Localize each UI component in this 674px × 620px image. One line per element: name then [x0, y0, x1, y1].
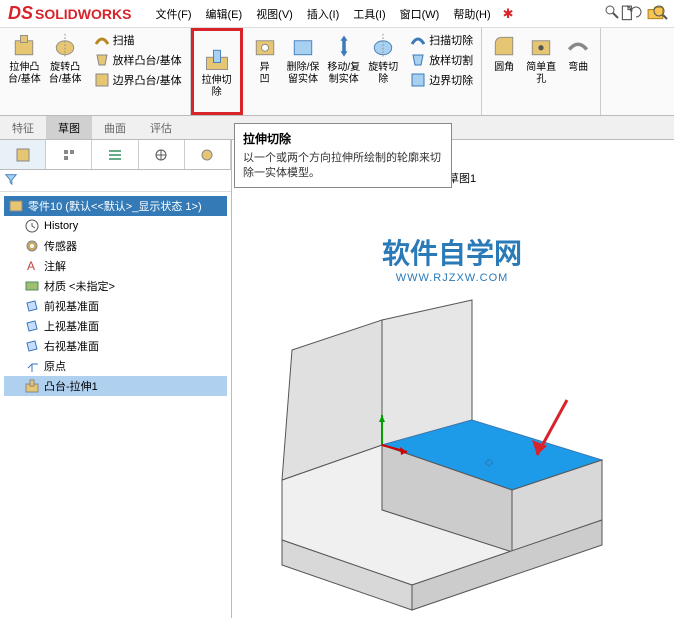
- tree-sensors-label: 传感器: [44, 238, 77, 254]
- loft-cut-label: 放样切割: [429, 52, 473, 68]
- sweep-button[interactable]: 扫描: [90, 30, 186, 50]
- fillet-label: 圆角: [494, 62, 514, 74]
- tree-annotations-label: 注解: [44, 258, 66, 274]
- tree-history-label: History: [44, 220, 78, 232]
- tab-sketch[interactable]: 草图: [46, 116, 92, 139]
- extrude-cut-label: 拉伸切 除: [202, 75, 232, 99]
- app-logo: DS SOLIDWORKS: [8, 3, 131, 24]
- tree-right-plane[interactable]: 右视基准面: [4, 336, 227, 356]
- loft-label: 放样凸台/基体: [113, 52, 182, 68]
- menu-tools[interactable]: 工具(I): [347, 3, 391, 25]
- fillet-button[interactable]: 圆角: [486, 30, 522, 76]
- extrude-boss-button[interactable]: 拉伸凸 台/基体: [4, 30, 45, 88]
- viewport-toolbar: [602, 2, 670, 22]
- delete-keep-button[interactable]: 删除/保 留实体: [283, 30, 324, 88]
- sweep-cut-label: 扫描切除: [429, 32, 473, 48]
- tree-top-plane[interactable]: 上视基准面: [4, 316, 227, 336]
- ds-logo-icon: DS: [8, 3, 33, 24]
- tab-feature[interactable]: 特征: [0, 116, 46, 139]
- loft-button[interactable]: 放样凸台/基体: [90, 50, 186, 70]
- simple-hole-label: 简单直 孔: [526, 62, 556, 86]
- tree-root-label: 零件10 (默认<<默认>_显示状态 1>): [28, 198, 202, 214]
- viewport[interactable]: ▶ 草图1 软件自学网 WWW.RJZXW.COM: [232, 140, 674, 618]
- feature-tree: 零件10 (默认<<默认>_显示状态 1>) History 传感器 A 注解 …: [0, 192, 231, 400]
- svg-text:A: A: [27, 259, 35, 273]
- tree-annotations[interactable]: A 注解: [4, 256, 227, 276]
- ribbon-group-cut: 异 凹 删除/保 留实体 移动/复 制实体 旋转切 除 扫描切除: [243, 28, 483, 115]
- wizard-button[interactable]: 异 凹: [247, 30, 283, 88]
- extrude-cut-button[interactable]: 拉伸切 除: [198, 43, 236, 101]
- panel-tabs: [0, 140, 231, 170]
- model-3d: [262, 280, 674, 620]
- delete-keep-label: 删除/保 留实体: [287, 62, 320, 86]
- filter-row: [0, 170, 231, 192]
- tree-front-plane[interactable]: 前视基准面: [4, 296, 227, 316]
- wizard-label: 异 凹: [260, 62, 270, 86]
- left-panel: 零件10 (默认<<默认>_显示状态 1>) History 传感器 A 注解 …: [0, 140, 232, 618]
- revolve-cut-label: 旋转切 除: [368, 62, 398, 86]
- sweep-cut-button[interactable]: 扫描切除: [406, 30, 477, 50]
- panel-tab-tree[interactable]: [0, 140, 46, 169]
- revolve-boss-label: 旋转凸 台/基体: [49, 62, 82, 86]
- menu-file[interactable]: 文件(F): [149, 3, 197, 25]
- menu-insert[interactable]: 插入(I): [301, 3, 345, 25]
- ribbon-group-extrude-cut: 拉伸切 除: [191, 28, 243, 115]
- bend-button[interactable]: 弯曲: [560, 30, 596, 76]
- tree-boss-extrude[interactable]: 凸台-拉伸1: [4, 376, 227, 396]
- bend-label: 弯曲: [568, 62, 588, 74]
- tree-origin-label: 原点: [44, 358, 66, 374]
- panel-tab-display[interactable]: [185, 140, 231, 169]
- simple-hole-button[interactable]: 简单直 孔: [522, 30, 560, 88]
- boundary-cut-label: 边界切除: [429, 72, 473, 88]
- loft-cut-button[interactable]: 放样切割: [406, 50, 477, 70]
- revolve-cut-button[interactable]: 旋转切 除: [364, 30, 402, 88]
- tree-root[interactable]: 零件10 (默认<<默认>_显示状态 1>): [4, 196, 227, 216]
- move-copy-button[interactable]: 移动/复 制实体: [323, 30, 364, 88]
- rotate-icon[interactable]: [626, 2, 646, 22]
- ribbon: 拉伸凸 台/基体 旋转凸 台/基体 扫描 放样凸台/基体 边界凸台/基体: [0, 28, 674, 116]
- tree-history[interactable]: History: [4, 216, 227, 236]
- tree-origin[interactable]: 原点: [4, 356, 227, 376]
- tree-right-plane-label: 右视基准面: [44, 338, 99, 354]
- menubar: DS SOLIDWORKS 文件(F) 编辑(E) 视图(V) 插入(I) 工具…: [0, 0, 674, 28]
- tab-surface[interactable]: 曲面: [92, 116, 138, 139]
- tree-material-label: 材质 <未指定>: [44, 278, 115, 294]
- panel-tab-config[interactable]: [46, 140, 92, 169]
- tree-boss-extrude-label: 凸台-拉伸1: [44, 378, 98, 394]
- revolve-boss-button[interactable]: 旋转凸 台/基体: [45, 30, 86, 88]
- panel-tab-appearance[interactable]: [139, 140, 185, 169]
- tree-sensors[interactable]: 传感器: [4, 236, 227, 256]
- ribbon-group-boss: 拉伸凸 台/基体 旋转凸 台/基体 扫描 放样凸台/基体 边界凸台/基体: [0, 28, 191, 115]
- app-name: SOLIDWORKS: [35, 6, 131, 22]
- tooltip: 拉伸切除 以一个或两个方向拉伸所绘制的轮廓来切除一实体模型。: [234, 123, 452, 188]
- extrude-boss-label: 拉伸凸 台/基体: [8, 62, 41, 86]
- menu-edit[interactable]: 编辑(E): [200, 3, 249, 25]
- tree-front-plane-label: 前视基准面: [44, 298, 99, 314]
- tooltip-text: 以一个或两个方向拉伸所绘制的轮廓来切除一实体模型。: [243, 151, 443, 181]
- tab-evaluate[interactable]: 评估: [138, 116, 184, 139]
- tree-top-plane-label: 上视基准面: [44, 318, 99, 334]
- menu-view[interactable]: 视图(V): [250, 3, 299, 25]
- ribbon-group-feature: 圆角 简单直 孔 弯曲: [482, 28, 601, 115]
- tree-material[interactable]: 材质 <未指定>: [4, 276, 227, 296]
- boundary-button[interactable]: 边界凸台/基体: [90, 70, 186, 90]
- filter-icon[interactable]: [4, 172, 18, 186]
- menu-window[interactable]: 窗口(W): [394, 3, 446, 25]
- watermark: 软件自学网 WWW.RJZXW.COM: [382, 232, 522, 284]
- tooltip-title: 拉伸切除: [243, 130, 443, 147]
- magnify-icon[interactable]: [650, 2, 670, 22]
- sweep-label: 扫描: [113, 32, 135, 48]
- menu-help[interactable]: 帮助(H): [447, 3, 496, 25]
- watermark-main: 软件自学网: [382, 232, 522, 272]
- star-icon[interactable]: ✱: [503, 6, 514, 22]
- boundary-label: 边界凸台/基体: [113, 72, 182, 88]
- move-copy-label: 移动/复 制实体: [327, 62, 360, 86]
- panel-tab-property[interactable]: [92, 140, 138, 169]
- zoom-icon[interactable]: [602, 2, 622, 22]
- boundary-cut-button[interactable]: 边界切除: [406, 70, 477, 90]
- main: 零件10 (默认<<默认>_显示状态 1>) History 传感器 A 注解 …: [0, 140, 674, 618]
- breadcrumb-sketch[interactable]: 草图1: [448, 170, 476, 186]
